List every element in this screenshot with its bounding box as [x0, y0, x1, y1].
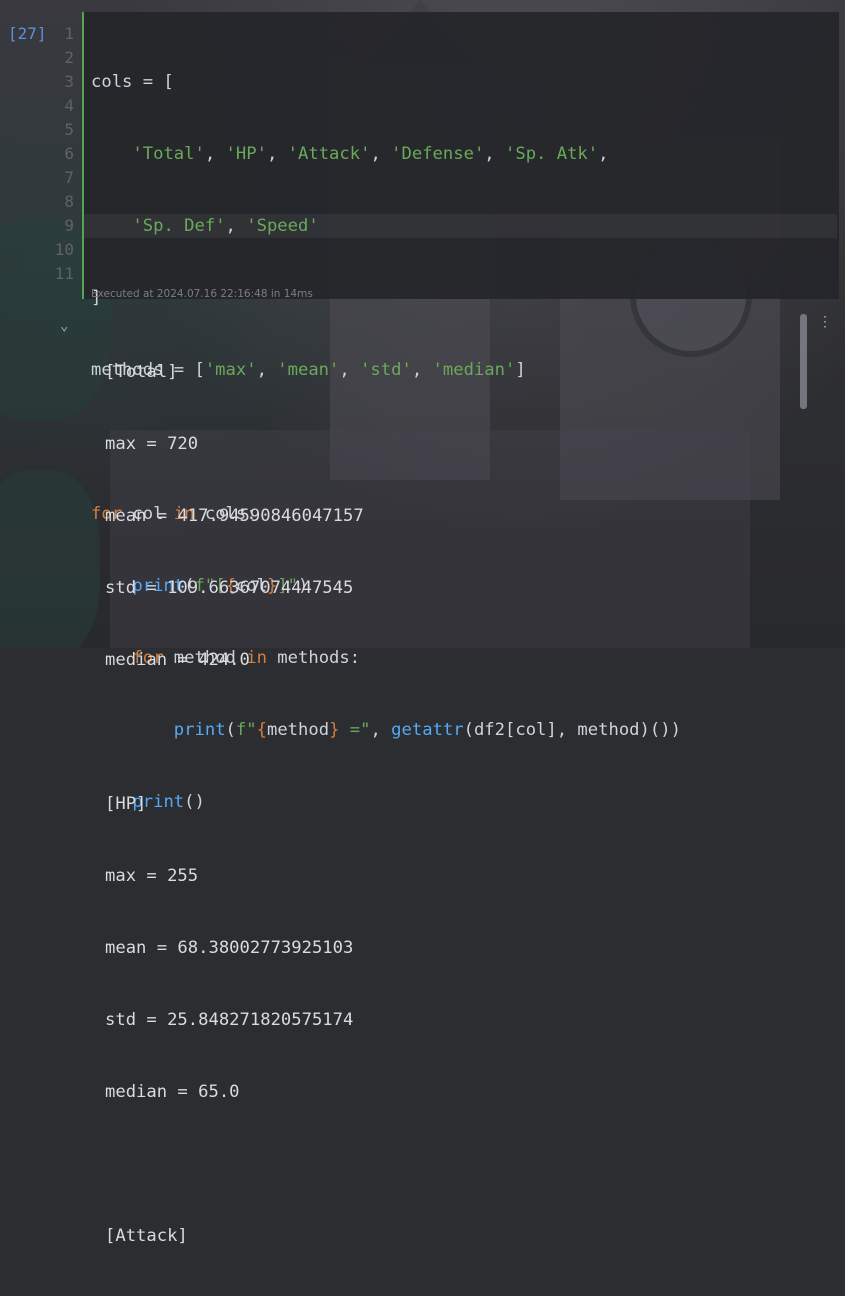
line-number: 4 [64, 96, 74, 115]
output-line: max = 720 [105, 434, 199, 454]
line-number: 11 [54, 264, 74, 283]
more-options-icon[interactable]: ⋮ [818, 314, 832, 330]
line-number: 3 [64, 72, 74, 91]
line-number: 6 [64, 144, 74, 163]
line-number: 7 [64, 168, 74, 187]
execution-info: Executed at 2024.07.16 22:16:48 in 14ms [91, 288, 313, 300]
output-line: mean = 68.38002773925103 [105, 938, 354, 958]
notebook-code-cell[interactable]: [27] 1 2 3 4 5 6 7 8 9 10 11 cols = [ 'T… [0, 0, 845, 812]
output-line: std = 109.66367074447545 [105, 578, 354, 598]
output-line: [Total] [105, 362, 178, 382]
line-number: 9 [64, 216, 74, 235]
output-line: max = 255 [105, 866, 199, 886]
line-number-gutter: 1 2 3 4 5 6 7 8 9 10 11 [48, 22, 74, 286]
output-line: median = 424.0 [105, 650, 250, 670]
line-number: 1 [64, 24, 74, 43]
line-number: 10 [54, 240, 74, 259]
output-line: std = 25.848271820575174 [105, 1010, 354, 1030]
code-line-1: cols = [ [91, 72, 174, 92]
cell-output: ⌄ [Total] max = 720 mean = 417.945908460… [0, 302, 845, 1246]
code-line-2: 'Total', 'HP', 'Attack', 'Defense', 'Sp.… [132, 144, 609, 164]
output-line: median = 65.0 [105, 1082, 240, 1102]
line-number: 5 [64, 120, 74, 139]
line-number: 2 [64, 48, 74, 67]
output-line: mean = 417.94590846047157 [105, 506, 364, 526]
output-scrollbar[interactable] [800, 314, 807, 409]
code-line-3: 'Sp. Def', 'Speed' [132, 216, 319, 236]
output-line: [Attack] [105, 1226, 188, 1246]
collapse-output-icon[interactable]: ⌄ [60, 318, 68, 334]
execution-count: [27] [8, 24, 47, 43]
output-text: [Total] max = 720 mean = 417.94590846047… [105, 312, 364, 1296]
output-line: [HP] [105, 794, 147, 814]
line-number: 8 [64, 192, 74, 211]
